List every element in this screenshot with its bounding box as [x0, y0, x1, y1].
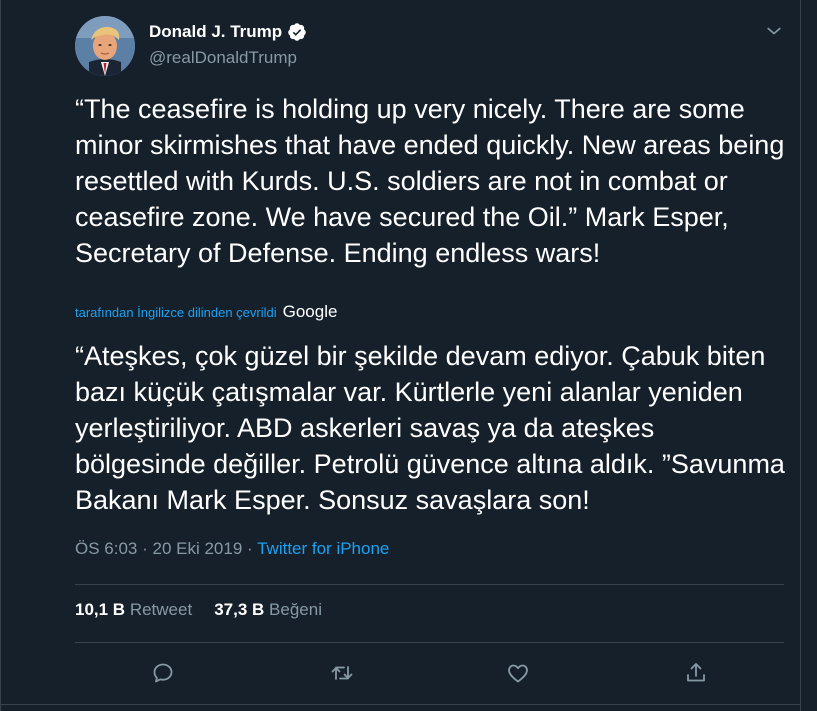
tweet-text: “The ceasefire is holding up very nicely… — [75, 94, 792, 268]
avatar-image — [75, 16, 135, 76]
share-icon — [687, 663, 705, 682]
tweet-actions — [75, 658, 784, 688]
tweet-time[interactable]: ÖS 6:03 — [75, 539, 137, 558]
tweet-source[interactable]: Twitter for iPhone — [257, 539, 389, 558]
tweet-date[interactable]: 20 Eki 2019 — [152, 539, 242, 558]
bottom-border — [1, 704, 800, 705]
google-logo: Google — [282, 302, 338, 321]
author-name-row[interactable]: Donald J. Trump — [149, 22, 307, 42]
tweet-meta: ÖS 6:03 · 20 Eki 2019 · Twitter for iPho… — [75, 539, 389, 559]
author-name[interactable]: Donald J. Trump — [149, 22, 282, 42]
translation-label[interactable]: tarafından İngilizce dilinden çevrildi — [75, 305, 277, 320]
chevron-down-icon[interactable] — [764, 21, 784, 41]
tweet-stats: 10,1 B Retweet 37,3 B Beğeni — [75, 600, 322, 620]
retweet-button[interactable] — [327, 658, 357, 688]
divider — [75, 584, 784, 585]
author-handle[interactable]: @realDonaldTrump — [149, 48, 297, 68]
reply-icon — [153, 663, 173, 683]
avatar[interactable] — [75, 16, 135, 76]
share-button[interactable] — [681, 658, 711, 688]
tweet-header: Donald J. Trump @realDonaldTrump — [75, 15, 784, 77]
retweet-stat[interactable]: 10,1 B Retweet — [75, 600, 192, 620]
verified-badge-icon — [287, 22, 307, 42]
meta-separator: · — [137, 539, 153, 558]
heart-icon — [508, 664, 528, 683]
retweet-count: 10,1 B — [75, 600, 126, 619]
divider — [75, 642, 784, 643]
like-label: Beğeni — [269, 600, 322, 619]
like-stat[interactable]: 37,3 B Beğeni — [214, 600, 322, 620]
translation-attribution: tarafından İngilizce dilinden çevrildi G… — [75, 302, 337, 322]
tweet-detail: Donald J. Trump @realDonaldTrump “The ce… — [0, 0, 801, 711]
retweet-label: Retweet — [129, 600, 193, 619]
reply-button[interactable] — [148, 658, 178, 688]
retweet-icon — [331, 666, 353, 680]
meta-separator: · — [242, 539, 258, 558]
like-count: 37,3 B — [214, 600, 265, 619]
translated-text: “Ateşkes, çok güzel bir şekilde devam ed… — [75, 341, 793, 515]
like-button[interactable] — [503, 658, 533, 688]
